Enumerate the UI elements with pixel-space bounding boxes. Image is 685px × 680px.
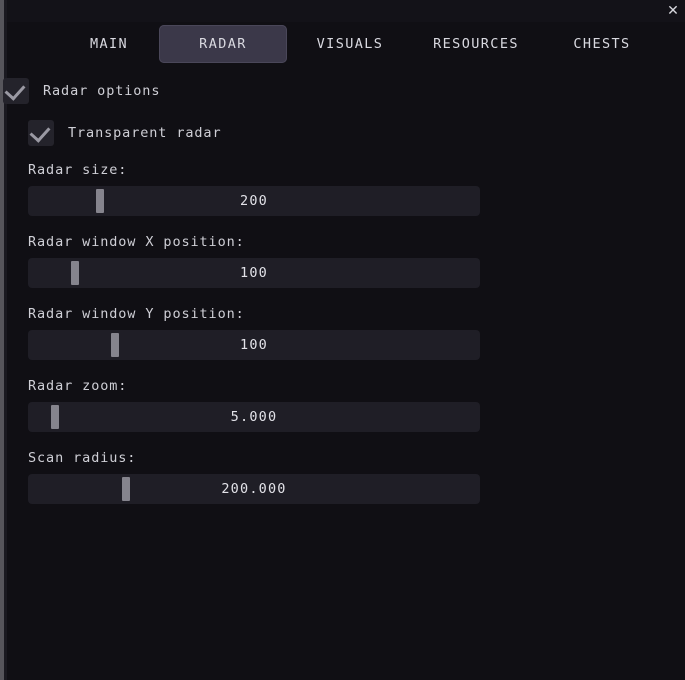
slider-value-radar-window-y-position: 100 bbox=[240, 337, 268, 353]
slider-label-scan-radius: Scan radius: bbox=[28, 450, 137, 466]
slider-value-radar-zoom: 5.000 bbox=[230, 409, 278, 425]
slider-group-radar-size: Radar size: 200 bbox=[28, 162, 480, 216]
slider-scan-radius[interactable]: 200.000 bbox=[28, 474, 480, 504]
settings-window: ✕ MAIN RADAR VISUALS RESOURCES CHESTS Radar … bbox=[0, 0, 685, 680]
slider-radar-window-x-position[interactable]: 100 bbox=[28, 258, 480, 288]
slider-value-scan-radius: 200.000 bbox=[221, 481, 287, 497]
slider-label-radar-window-y-position: Radar window Y position: bbox=[28, 306, 245, 322]
checkbox-transparent-radar[interactable] bbox=[28, 120, 54, 146]
check-icon bbox=[29, 121, 51, 143]
slider-radar-zoom[interactable]: 5.000 bbox=[28, 402, 480, 432]
tab-resources[interactable]: RESOURCES bbox=[411, 25, 541, 63]
tab-bar: MAIN RADAR VISUALS RESOURCES CHESTS bbox=[7, 22, 685, 66]
tab-chests[interactable]: CHESTS bbox=[547, 25, 657, 63]
slider-handle-radar-zoom[interactable] bbox=[51, 405, 59, 429]
slider-radar-window-y-position[interactable]: 100 bbox=[28, 330, 480, 360]
slider-handle-radar-window-y-position[interactable] bbox=[111, 333, 119, 357]
slider-group-scan-radius: Scan radius: 200.000 bbox=[28, 450, 480, 504]
check-icon bbox=[4, 79, 26, 101]
slider-group-radar-window-y-position: Radar window Y position: 100 bbox=[28, 306, 480, 360]
title-bar: ✕ bbox=[7, 0, 685, 22]
checkbox-label-radar-options: Radar options bbox=[43, 83, 161, 99]
slider-label-radar-window-x-position: Radar window X position: bbox=[28, 234, 245, 250]
tab-radar[interactable]: RADAR bbox=[159, 25, 287, 63]
radar-settings-panel: Radar options Transparent radar Radar size… bbox=[3, 66, 685, 680]
tab-visuals[interactable]: VISUALS bbox=[295, 25, 405, 63]
close-icon[interactable]: ✕ bbox=[663, 2, 683, 20]
slider-group-radar-zoom: Radar zoom: 5.000 bbox=[28, 378, 480, 432]
checkbox-label-transparent-radar: Transparent radar bbox=[68, 125, 222, 141]
slider-value-radar-window-x-position: 100 bbox=[240, 265, 268, 281]
slider-handle-radar-window-x-position[interactable] bbox=[71, 261, 79, 285]
slider-group-radar-window-x-position: Radar window X position: 100 bbox=[28, 234, 480, 288]
slider-handle-scan-radius[interactable] bbox=[122, 477, 130, 501]
checkbox-radar-options[interactable] bbox=[3, 78, 29, 104]
tab-main[interactable]: MAIN bbox=[59, 25, 159, 63]
slider-label-radar-size: Radar size: bbox=[28, 162, 128, 178]
checkbox-row-transparent-radar[interactable]: Transparent radar bbox=[28, 120, 221, 146]
slider-handle-radar-size[interactable] bbox=[96, 189, 104, 213]
slider-label-radar-zoom: Radar zoom: bbox=[28, 378, 128, 394]
checkbox-row-radar-options[interactable]: Radar options bbox=[3, 78, 160, 104]
slider-radar-size[interactable]: 200 bbox=[28, 186, 480, 216]
